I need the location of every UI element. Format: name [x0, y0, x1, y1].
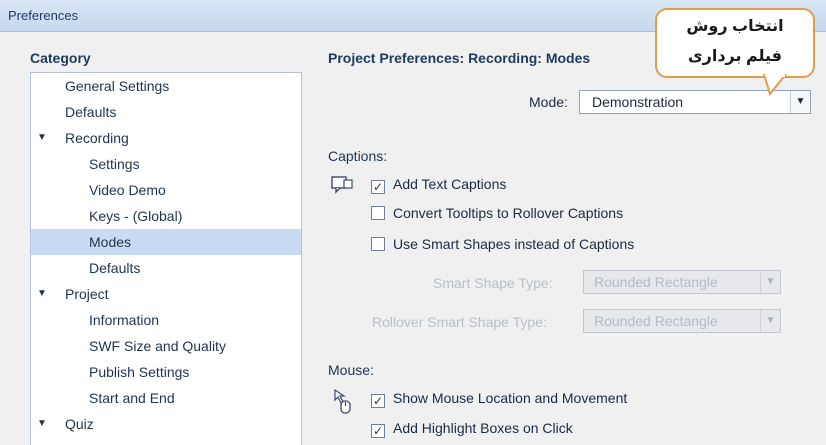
checkbox-label: Convert Tooltips to Rollover Captions	[393, 205, 624, 221]
category-tree: General Settings Defaults ▼ Recording Se…	[30, 72, 302, 445]
smart-shape-type-value: Rounded Rectangle	[594, 274, 718, 290]
tree-item-recording-defaults[interactable]: Defaults	[31, 255, 301, 281]
chevron-down-icon: ▼	[760, 271, 780, 293]
tree-item-label: Quiz	[65, 416, 94, 432]
chevron-down-icon[interactable]: ▼	[790, 91, 810, 113]
tree-item-swf-size-quality[interactable]: SWF Size and Quality	[31, 333, 301, 359]
callout-pointer-icon	[762, 74, 788, 96]
tree-item-label: General Settings	[65, 78, 170, 94]
rollover-shape-type-select: Rounded Rectangle ▼	[583, 309, 781, 333]
tree-item-recording[interactable]: ▼ Recording	[31, 125, 301, 151]
checkbox-mark[interactable]: ✓	[371, 180, 385, 194]
tree-item-information[interactable]: Information	[31, 307, 301, 333]
captions-header: Captions:	[328, 148, 388, 164]
chevron-down-icon: ▼	[760, 310, 780, 332]
rollover-shape-type-value: Rounded Rectangle	[594, 313, 718, 329]
tree-item-label: Information	[89, 312, 160, 328]
tree-item-label: Modes	[89, 234, 132, 250]
rollover-shape-type-label: Rollover Smart Shape Type:	[372, 314, 547, 330]
checkbox-label: Add Text Captions	[393, 176, 507, 192]
tree-item-label: Defaults	[65, 104, 117, 120]
callout-line-2: فیلم برداری	[687, 48, 783, 65]
mode-select-value: Demonstration	[592, 94, 684, 110]
tree-item-label: Publish Settings	[89, 364, 190, 380]
checkbox-mark[interactable]: ✓	[371, 424, 385, 438]
checkbox-label: Add Highlight Boxes on Click	[393, 420, 573, 436]
category-header: Category	[30, 50, 91, 66]
tree-item-general-settings[interactable]: General Settings	[31, 73, 301, 99]
tree-item-label: Start and End	[89, 390, 175, 406]
smart-shape-type-label: Smart Shape Type:	[433, 275, 553, 291]
checkbox-mark[interactable]: ✓	[371, 394, 385, 408]
caption-icon	[331, 176, 353, 194]
mouse-icon	[334, 388, 351, 414]
tree-item-label: Keys - (Global)	[89, 208, 183, 224]
tree-item-label: SWF Size and Quality	[89, 338, 226, 354]
tree-item-quiz[interactable]: ▼ Quiz	[31, 411, 301, 437]
tree-item-label: Project	[65, 286, 109, 302]
convert-tooltips-checkbox[interactable]: Convert Tooltips to Rollover Captions	[371, 203, 623, 223]
tree-item-label: Defaults	[89, 260, 141, 276]
checkbox-label: Use Smart Shapes instead of Captions	[393, 236, 635, 252]
page-title: Project Preferences: Recording: Modes	[328, 50, 591, 66]
annotation-callout: انتخاب روش فیلم برداری	[655, 8, 815, 78]
tree-item-publish-settings[interactable]: Publish Settings	[31, 359, 301, 385]
callout-line-1: انتخاب روش	[686, 18, 784, 35]
use-smart-shapes-checkbox[interactable]: Use Smart Shapes instead of Captions	[371, 234, 634, 254]
smart-shape-type-select: Rounded Rectangle ▼	[583, 270, 781, 294]
window-title: Preferences	[8, 8, 79, 23]
tree-item-label: Video Demo	[89, 182, 166, 198]
mouse-header: Mouse:	[328, 362, 374, 378]
expand-arrow-icon[interactable]: ▼	[37, 281, 47, 307]
checkbox-mark[interactable]	[371, 206, 385, 220]
expand-arrow-icon[interactable]: ▼	[37, 125, 47, 151]
tree-item-keys-global[interactable]: Keys - (Global)	[31, 203, 301, 229]
tree-item-project[interactable]: ▼ Project	[31, 281, 301, 307]
tree-item-modes[interactable]: Modes	[31, 229, 301, 255]
expand-arrow-icon[interactable]: ▼	[37, 411, 47, 437]
tree-item-video-demo[interactable]: Video Demo	[31, 177, 301, 203]
tree-item-label: Settings	[89, 156, 140, 172]
show-mouse-location-checkbox[interactable]: ✓ Show Mouse Location and Movement	[371, 388, 627, 408]
tree-item-defaults[interactable]: Defaults	[31, 99, 301, 125]
mode-label: Mode:	[529, 94, 568, 110]
tree-item-start-and-end[interactable]: Start and End	[31, 385, 301, 411]
checkbox-mark[interactable]	[371, 237, 385, 251]
checkbox-label: Show Mouse Location and Movement	[393, 390, 628, 406]
add-text-captions-checkbox[interactable]: ✓ Add Text Captions	[371, 174, 506, 194]
tree-item-label: Recording	[65, 130, 129, 146]
add-highlight-boxes-checkbox[interactable]: ✓ Add Highlight Boxes on Click	[371, 418, 573, 438]
tree-item-recording-settings[interactable]: Settings	[31, 151, 301, 177]
